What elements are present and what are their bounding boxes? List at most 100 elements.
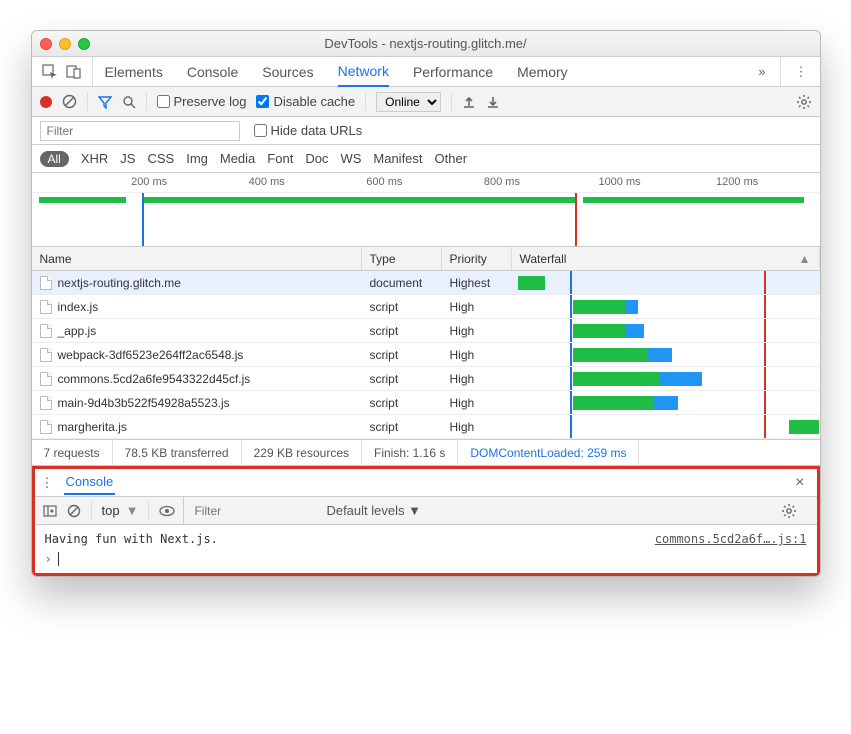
type-filter-media[interactable]: Media xyxy=(220,151,255,166)
download-icon[interactable] xyxy=(486,95,500,109)
timeline-tick: 1000 ms xyxy=(598,176,640,188)
filter-icon[interactable] xyxy=(98,95,112,109)
titlebar: DevTools - nextjs-routing.glitch.me/ xyxy=(32,31,820,57)
live-expression-icon[interactable] xyxy=(159,505,175,517)
file-icon xyxy=(40,324,52,338)
file-icon xyxy=(40,420,52,434)
preserve-log-checkbox[interactable]: Preserve log xyxy=(157,94,247,109)
col-waterfall[interactable]: Waterfall▲ xyxy=(512,247,820,270)
file-icon xyxy=(40,276,52,290)
table-row[interactable]: margherita.jsscriptHigh xyxy=(32,415,820,439)
request-priority: High xyxy=(442,348,512,362)
console-drawer: ⋮ Console × top ▼ Default l xyxy=(32,466,820,576)
type-filter-css[interactable]: CSS xyxy=(147,151,174,166)
console-tab[interactable]: Console xyxy=(64,470,116,495)
console-settings-icon[interactable] xyxy=(781,503,807,519)
type-filter-all[interactable]: All xyxy=(40,151,69,167)
tab-sources[interactable]: Sources xyxy=(262,58,313,86)
console-source-link[interactable]: commons.5cd2a6f….js:1 xyxy=(655,532,807,546)
request-name: main-9d4b3b522f54928a5523.js xyxy=(58,396,230,410)
upload-icon[interactable] xyxy=(462,95,476,109)
type-filter-doc[interactable]: Doc xyxy=(305,151,328,166)
hide-data-urls-checkbox[interactable]: Hide data URLs xyxy=(254,123,363,138)
waterfall-cell xyxy=(512,319,820,342)
console-input[interactable] xyxy=(58,552,59,566)
console-filter-input[interactable] xyxy=(194,504,314,518)
status-requests: 7 requests xyxy=(32,440,113,465)
request-priority: High xyxy=(442,324,512,338)
request-type: script xyxy=(362,300,442,314)
more-tabs-icon[interactable]: » xyxy=(758,64,765,79)
type-filter-img[interactable]: Img xyxy=(186,151,208,166)
kebab-menu-icon[interactable]: ⋮ xyxy=(795,64,808,80)
disable-cache-checkbox[interactable]: Disable cache xyxy=(256,94,355,109)
col-priority[interactable]: Priority xyxy=(442,247,512,270)
console-prompt-icon: › xyxy=(45,552,52,566)
request-priority: High xyxy=(442,300,512,314)
type-filter-manifest[interactable]: Manifest xyxy=(373,151,422,166)
request-type: script xyxy=(362,396,442,410)
resource-type-filters: All XHR JS CSS Img Media Font Doc WS Manifest Othe… xyxy=(32,145,820,173)
waterfall-cell xyxy=(512,367,820,390)
request-priority: High xyxy=(442,372,512,386)
type-filter-ws[interactable]: WS xyxy=(340,151,361,166)
type-filter-xhr[interactable]: XHR xyxy=(81,151,108,166)
request-name: index.js xyxy=(58,300,99,314)
tab-memory[interactable]: Memory xyxy=(517,58,568,86)
drawer-menu-icon[interactable]: ⋮ xyxy=(41,475,54,491)
request-type: script xyxy=(362,348,442,362)
tab-elements[interactable]: Elements xyxy=(105,58,163,86)
status-dcl: DOMContentLoaded: 259 ms xyxy=(458,440,639,465)
file-icon xyxy=(40,300,52,314)
type-filter-font[interactable]: Font xyxy=(267,151,293,166)
col-name[interactable]: Name xyxy=(32,247,362,270)
waterfall-cell xyxy=(512,391,820,414)
timeline-tick: 200 ms xyxy=(131,176,167,188)
filter-input[interactable] xyxy=(40,121,240,141)
close-drawer-icon[interactable]: × xyxy=(795,474,810,492)
tab-network[interactable]: Network xyxy=(338,57,389,87)
table-row[interactable]: nextjs-routing.glitch.medocumentHighest xyxy=(32,271,820,295)
file-icon xyxy=(40,348,52,362)
waterfall-cell xyxy=(512,295,820,318)
file-icon xyxy=(40,396,52,410)
preserve-log-label: Preserve log xyxy=(174,94,247,109)
tab-console[interactable]: Console xyxy=(187,58,238,86)
device-toggle-icon[interactable] xyxy=(66,64,82,80)
inspect-icon[interactable] xyxy=(42,64,58,80)
request-priority: Highest xyxy=(442,276,512,290)
devtools-window: DevTools - nextjs-routing.glitch.me/ Ele… xyxy=(31,30,821,577)
record-button[interactable] xyxy=(40,96,52,108)
network-table: Name Type Priority Waterfall▲ nextjs-rou… xyxy=(32,247,820,440)
request-priority: High xyxy=(442,396,512,410)
request-name: _app.js xyxy=(58,324,97,338)
table-row[interactable]: commons.5cd2a6fe9543322d45cf.jsscriptHig… xyxy=(32,367,820,391)
clear-icon[interactable] xyxy=(62,94,77,109)
clear-console-icon[interactable] xyxy=(67,504,81,518)
request-type: script xyxy=(362,372,442,386)
timeline-tick: 800 ms xyxy=(484,176,520,188)
file-icon xyxy=(40,372,52,386)
table-row[interactable]: webpack-3df6523e264ff2ac6548.jsscriptHig… xyxy=(32,343,820,367)
request-name: margherita.js xyxy=(58,420,127,434)
col-type[interactable]: Type xyxy=(362,247,442,270)
type-filter-js[interactable]: JS xyxy=(120,151,135,166)
request-type: document xyxy=(362,276,442,290)
waterfall-cell xyxy=(512,271,820,294)
type-filter-other[interactable]: Other xyxy=(435,151,468,166)
console-sidebar-icon[interactable] xyxy=(43,504,57,518)
overview-timeline[interactable]: 200 ms400 ms600 ms800 ms1000 ms1200 ms xyxy=(32,173,820,247)
filter-bar: Hide data URLs xyxy=(32,117,820,145)
table-row[interactable]: main-9d4b3b522f54928a5523.js scriptHigh xyxy=(32,391,820,415)
throttle-select[interactable]: Online xyxy=(376,92,441,112)
request-type: script xyxy=(362,420,442,434)
status-resources: 229 KB resources xyxy=(242,440,362,465)
disable-cache-label: Disable cache xyxy=(273,94,355,109)
search-icon[interactable] xyxy=(122,95,136,109)
log-levels-select[interactable]: Default levels ▼ xyxy=(326,503,421,518)
settings-gear-icon[interactable] xyxy=(796,94,812,110)
context-select[interactable]: top ▼ xyxy=(102,503,139,518)
table-row[interactable]: index.js scriptHigh xyxy=(32,295,820,319)
tab-performance[interactable]: Performance xyxy=(413,58,493,86)
table-row[interactable]: _app.jsscriptHigh xyxy=(32,319,820,343)
